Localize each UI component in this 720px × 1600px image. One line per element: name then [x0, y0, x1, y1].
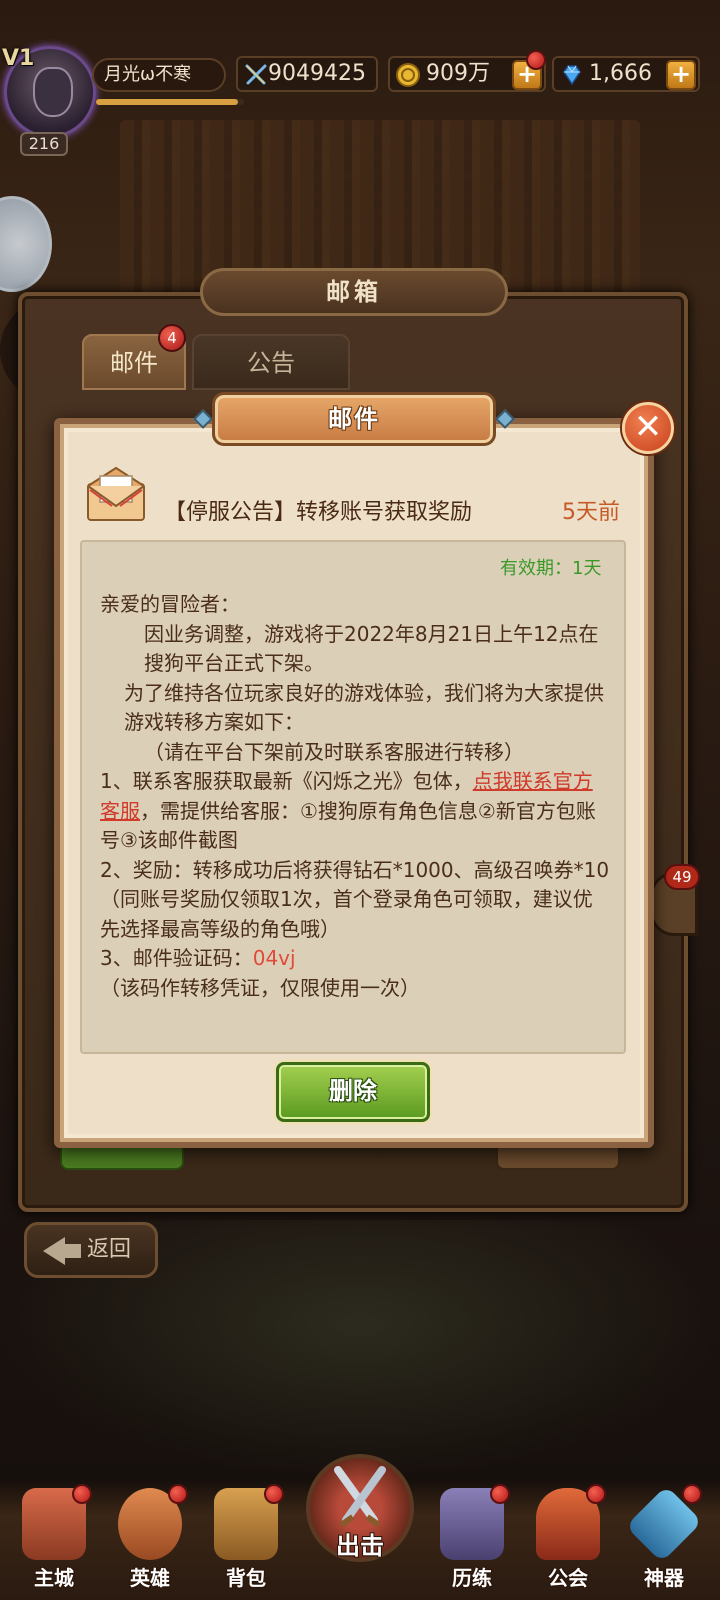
- exp-bar-fill: [96, 99, 239, 105]
- player-name[interactable]: 月光ω不寒: [92, 58, 226, 92]
- mail-item-3: 3、邮件验证码：04vj （该码作转移凭证，仅限使用一次）: [100, 944, 612, 1003]
- mail-paragraph-3: （请在平台下架前及时联系客服进行转移）: [144, 739, 524, 764]
- avatar-portrait: [33, 67, 73, 117]
- gold-display: 909万 +: [388, 50, 546, 92]
- gold-value: 909万: [426, 61, 490, 86]
- guild-dot: [586, 1484, 606, 1504]
- exp-bar: [96, 99, 244, 105]
- nav-label-battle: 出击: [336, 1532, 384, 1560]
- nav-guild[interactable]: 公会: [522, 1484, 614, 1600]
- mailbox-title: 邮箱: [200, 268, 508, 316]
- tab-notice[interactable]: 公告: [192, 334, 350, 390]
- training-dot: [490, 1484, 510, 1504]
- chat-count-badge: 49: [664, 864, 700, 890]
- item1-text-post: ，需提供给客服：①搜狗原有角色信息②新官方包账号③该邮件截图: [100, 798, 596, 853]
- mail-item-1: 1、联系客服获取最新《闪烁之光》包体，点我联系官方客服，需提供给客服：①搜狗原有…: [100, 767, 612, 856]
- mail-greeting: 亲爱的冒险者：: [100, 592, 240, 616]
- floating-assist-button[interactable]: [0, 196, 52, 292]
- mail-body: 亲爱的冒险者： 因业务调整，游戏将于2022年8月21日上午12点在搜狗平台正式…: [100, 590, 612, 1003]
- crossed-swords-icon: [245, 64, 267, 85]
- backpack-dot: [264, 1484, 284, 1504]
- back-button[interactable]: 返回: [24, 1222, 158, 1278]
- nav-backpack[interactable]: 背包: [200, 1484, 292, 1600]
- top-bar: V1 216 月光ω不寒 9049425 909万 + 1,666 +: [0, 0, 720, 160]
- item3-text-post: （该码作转移凭证，仅限使用一次）: [100, 975, 420, 1000]
- add-gems-button[interactable]: +: [666, 60, 696, 90]
- power-value: 9049425: [268, 61, 366, 86]
- nav-artifact[interactable]: 神器: [618, 1484, 710, 1600]
- gem-value: 1,666: [589, 61, 652, 86]
- artifact-dot: [682, 1484, 702, 1504]
- delete-button[interactable]: 删除: [276, 1062, 430, 1122]
- heroes-dot: [168, 1484, 188, 1504]
- nav-label-heroes: 英雄: [130, 1566, 170, 1590]
- nav-label-backpack: 背包: [226, 1566, 266, 1590]
- validity-label: 有效期：1天: [500, 558, 602, 579]
- item1-text: 1、联系客服获取最新《闪烁之光》包体，: [100, 769, 473, 793]
- back-arrow-icon: [43, 1237, 65, 1265]
- nav-heroes[interactable]: 英雄: [104, 1484, 196, 1600]
- nav-battle[interactable]: 出击: [302, 1446, 418, 1600]
- gold-notification-dot: [526, 50, 546, 70]
- nav-main-city[interactable]: 主城: [8, 1484, 100, 1600]
- verification-code: 04vj: [252, 946, 296, 970]
- back-label: 返回: [87, 1237, 132, 1262]
- nav-label-artifact: 神器: [644, 1566, 684, 1590]
- diamond-icon: [563, 65, 581, 86]
- main-city-dot: [72, 1484, 92, 1504]
- gold-coin-icon: [396, 63, 420, 87]
- mail-time: 5天前: [562, 500, 620, 525]
- mail-paragraph-2: 为了维持各位玩家良好的游戏体验，我们将为大家提供游戏转移方案如下：: [124, 680, 604, 735]
- item3-text: 3、邮件验证码：: [100, 946, 253, 970]
- mail-item-2: 2、奖励：转移成功后将获得钻石*1000、高级召唤券*10（同账号奖励仅领取1次…: [100, 857, 610, 941]
- gem-display: 1,666 +: [552, 56, 700, 92]
- power-display: 9049425: [236, 56, 378, 92]
- envelope-icon: [87, 466, 145, 521]
- player-level-badge: 216: [20, 132, 68, 156]
- nav-label-training: 历练: [452, 1566, 492, 1590]
- mail-dialog-title: 邮件: [212, 392, 496, 446]
- vip-level: V1: [2, 46, 35, 71]
- nav-training[interactable]: 历练: [426, 1484, 518, 1600]
- mail-paragraph-1: 因业务调整，游戏将于2022年8月21日上午12点在搜狗平台正式下架。: [144, 621, 599, 676]
- nav-label-main-city: 主城: [34, 1566, 74, 1590]
- nav-label-guild: 公会: [548, 1566, 588, 1590]
- back-arrow-tail: [63, 1244, 81, 1258]
- mail-count-badge: 4: [158, 324, 186, 352]
- close-button[interactable]: ✕: [622, 402, 674, 454]
- mail-subject: 【停服公告】转移账号获取奖励: [164, 500, 473, 525]
